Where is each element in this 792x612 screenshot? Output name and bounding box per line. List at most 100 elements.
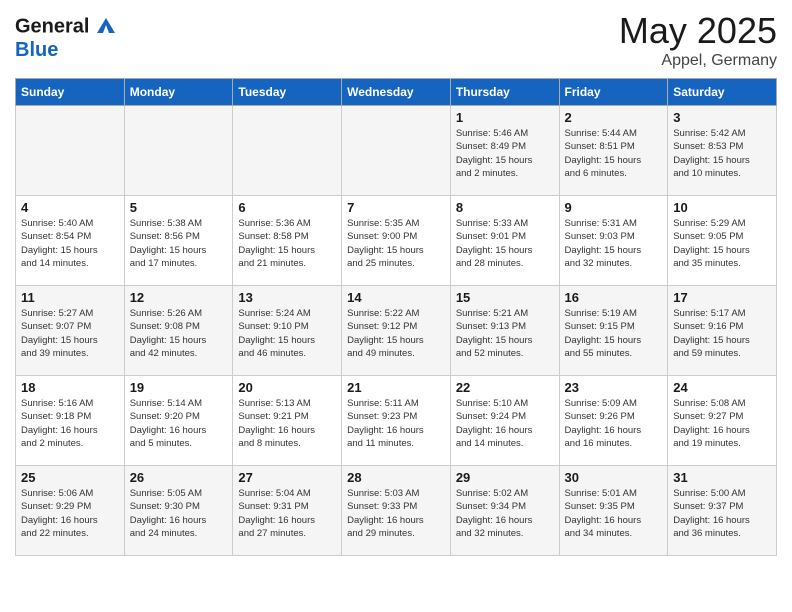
day-number: 30 — [565, 470, 663, 485]
day-info: Sunrise: 5:46 AMSunset: 8:49 PMDaylight:… — [456, 127, 554, 180]
weekday-header-saturday: Saturday — [668, 79, 777, 106]
day-number: 11 — [21, 290, 119, 305]
day-cell: 21 Sunrise: 5:11 AMSunset: 9:23 PMDayligh… — [342, 376, 451, 466]
day-cell: 10 Sunrise: 5:29 AMSunset: 9:05 PMDayligh… — [668, 196, 777, 286]
week-row-3: 11 Sunrise: 5:27 AMSunset: 9:07 PMDayligh… — [16, 286, 777, 376]
day-number: 8 — [456, 200, 554, 215]
header: General Blue May 2025 Appel, Germany — [15, 10, 777, 70]
day-number: 15 — [456, 290, 554, 305]
day-number: 10 — [673, 200, 771, 215]
day-number: 20 — [238, 380, 336, 395]
day-cell: 29Sunrise: 5:02 AMSunset: 9:34 PMDayligh… — [450, 466, 559, 556]
day-cell: 7 Sunrise: 5:35 AMSunset: 9:00 PMDaylight… — [342, 196, 451, 286]
day-number: 28 — [347, 470, 445, 485]
weekday-header-wednesday: Wednesday — [342, 79, 451, 106]
day-info: Sunrise: 5:05 AMSunset: 9:30 PMDaylight:… — [130, 487, 228, 540]
day-info: Sunrise: 5:26 AMSunset: 9:08 PMDaylight:… — [130, 307, 228, 360]
day-number: 3 — [673, 110, 771, 125]
day-info: Sunrise: 5:44 AMSunset: 8:51 PMDaylight:… — [565, 127, 663, 180]
day-number: 21 — [347, 380, 445, 395]
day-cell: 15 Sunrise: 5:21 AMSunset: 9:13 PMDayligh… — [450, 286, 559, 376]
day-number: 17 — [673, 290, 771, 305]
day-cell — [233, 106, 342, 196]
day-cell: 20 Sunrise: 5:13 AMSunset: 9:21 PMDayligh… — [233, 376, 342, 466]
day-cell: 18 Sunrise: 5:16 AMSunset: 9:18 PMDayligh… — [16, 376, 125, 466]
day-info: Sunrise: 5:13 AMSunset: 9:21 PMDaylight:… — [238, 397, 336, 450]
day-info: Sunrise: 5:38 AMSunset: 8:56 PMDaylight:… — [130, 217, 228, 270]
day-cell: 26 Sunrise: 5:05 AMSunset: 9:30 PMDayligh… — [124, 466, 233, 556]
day-cell: 2 Sunrise: 5:44 AMSunset: 8:51 PMDaylight… — [559, 106, 668, 196]
day-info: Sunrise: 5:31 AMSunset: 9:03 PMDaylight:… — [565, 217, 663, 270]
day-info: Sunrise: 5:14 AMSunset: 9:20 PMDaylight:… — [130, 397, 228, 450]
day-info: Sunrise: 5:10 AMSunset: 9:24 PMDaylight:… — [456, 397, 554, 450]
day-info: Sunrise: 5:36 AMSunset: 8:58 PMDaylight:… — [238, 217, 336, 270]
day-info: Sunrise: 5:24 AMSunset: 9:10 PMDaylight:… — [238, 307, 336, 360]
weekday-header-tuesday: Tuesday — [233, 79, 342, 106]
weekday-header-friday: Friday — [559, 79, 668, 106]
day-number: 13 — [238, 290, 336, 305]
day-info: Sunrise: 5:06 AMSunset: 9:29 PMDaylight:… — [21, 487, 119, 540]
day-number: 24 — [673, 380, 771, 395]
day-cell — [342, 106, 451, 196]
day-number: 29 — [456, 470, 554, 485]
day-info: Sunrise: 5:09 AMSunset: 9:26 PMDaylight:… — [565, 397, 663, 450]
day-cell: 5Sunrise: 5:38 AMSunset: 8:56 PMDaylight… — [124, 196, 233, 286]
day-cell: 24 Sunrise: 5:08 AMSunset: 9:27 PMDayligh… — [668, 376, 777, 466]
day-number: 18 — [21, 380, 119, 395]
logo: General Blue — [15, 15, 117, 61]
day-number: 14 — [347, 290, 445, 305]
day-number: 27 — [238, 470, 336, 485]
day-info: Sunrise: 5:08 AMSunset: 9:27 PMDaylight:… — [673, 397, 771, 450]
day-cell: 23 Sunrise: 5:09 AMSunset: 9:26 PMDayligh… — [559, 376, 668, 466]
day-info: Sunrise: 5:33 AMSunset: 9:01 PMDaylight:… — [456, 217, 554, 270]
day-info: Sunrise: 5:11 AMSunset: 9:23 PMDaylight:… — [347, 397, 445, 450]
title-block: May 2025 Appel, Germany — [619, 10, 777, 70]
day-number: 7 — [347, 200, 445, 215]
day-cell: 11 Sunrise: 5:27 AMSunset: 9:07 PMDayligh… — [16, 286, 125, 376]
weekday-header-sunday: Sunday — [16, 79, 125, 106]
day-cell: 31 Sunrise: 5:00 AMSunset: 9:37 PMDayligh… — [668, 466, 777, 556]
day-number: 23 — [565, 380, 663, 395]
logo-blue: Blue — [15, 39, 117, 61]
day-cell: 4Sunrise: 5:40 AMSunset: 8:54 PMDaylight… — [16, 196, 125, 286]
day-info: Sunrise: 5:42 AMSunset: 8:53 PMDaylight:… — [673, 127, 771, 180]
day-info: Sunrise: 5:01 AMSunset: 9:35 PMDaylight:… — [565, 487, 663, 540]
week-row-5: 25 Sunrise: 5:06 AMSunset: 9:29 PMDayligh… — [16, 466, 777, 556]
day-number: 6 — [238, 200, 336, 215]
calendar-container: General Blue May 2025 Appel, Germany Sun… — [0, 0, 792, 566]
day-info: Sunrise: 5:17 AMSunset: 9:16 PMDaylight:… — [673, 307, 771, 360]
day-info: Sunrise: 5:29 AMSunset: 9:05 PMDaylight:… — [673, 217, 771, 270]
day-info: Sunrise: 5:16 AMSunset: 9:18 PMDaylight:… — [21, 397, 119, 450]
day-cell: 30 Sunrise: 5:01 AMSunset: 9:35 PMDayligh… — [559, 466, 668, 556]
day-cell: 9Sunrise: 5:31 AMSunset: 9:03 PMDaylight… — [559, 196, 668, 286]
day-cell: 6 Sunrise: 5:36 AMSunset: 8:58 PMDaylight… — [233, 196, 342, 286]
day-number: 31 — [673, 470, 771, 485]
day-number: 2 — [565, 110, 663, 125]
day-info: Sunrise: 5:21 AMSunset: 9:13 PMDaylight:… — [456, 307, 554, 360]
day-cell: 25 Sunrise: 5:06 AMSunset: 9:29 PMDayligh… — [16, 466, 125, 556]
day-info: Sunrise: 5:22 AMSunset: 9:12 PMDaylight:… — [347, 307, 445, 360]
weekday-header-thursday: Thursday — [450, 79, 559, 106]
logo-general: General — [15, 15, 117, 39]
day-info: Sunrise: 5:00 AMSunset: 9:37 PMDaylight:… — [673, 487, 771, 540]
day-cell: 1Sunrise: 5:46 AMSunset: 8:49 PMDaylight… — [450, 106, 559, 196]
day-cell: 19 Sunrise: 5:14 AMSunset: 9:20 PMDayligh… — [124, 376, 233, 466]
day-info: Sunrise: 5:27 AMSunset: 9:07 PMDaylight:… — [21, 307, 119, 360]
day-number: 25 — [21, 470, 119, 485]
day-cell: 14 Sunrise: 5:22 AMSunset: 9:12 PMDayligh… — [342, 286, 451, 376]
month-title: May 2025 — [619, 10, 777, 52]
day-number: 19 — [130, 380, 228, 395]
day-cell: 3 Sunrise: 5:42 AMSunset: 8:53 PMDaylight… — [668, 106, 777, 196]
day-cell: 27Sunrise: 5:04 AMSunset: 9:31 PMDayligh… — [233, 466, 342, 556]
day-cell — [16, 106, 125, 196]
week-row-4: 18 Sunrise: 5:16 AMSunset: 9:18 PMDayligh… — [16, 376, 777, 466]
day-number: 22 — [456, 380, 554, 395]
day-cell: 22 Sunrise: 5:10 AMSunset: 9:24 PMDayligh… — [450, 376, 559, 466]
day-cell: 16Sunrise: 5:19 AMSunset: 9:15 PMDayligh… — [559, 286, 668, 376]
day-number: 26 — [130, 470, 228, 485]
weekday-header-monday: Monday — [124, 79, 233, 106]
logo-icon — [95, 15, 117, 37]
day-info: Sunrise: 5:35 AMSunset: 9:00 PMDaylight:… — [347, 217, 445, 270]
day-info: Sunrise: 5:19 AMSunset: 9:15 PMDaylight:… — [565, 307, 663, 360]
day-cell: 13 Sunrise: 5:24 AMSunset: 9:10 PMDayligh… — [233, 286, 342, 376]
